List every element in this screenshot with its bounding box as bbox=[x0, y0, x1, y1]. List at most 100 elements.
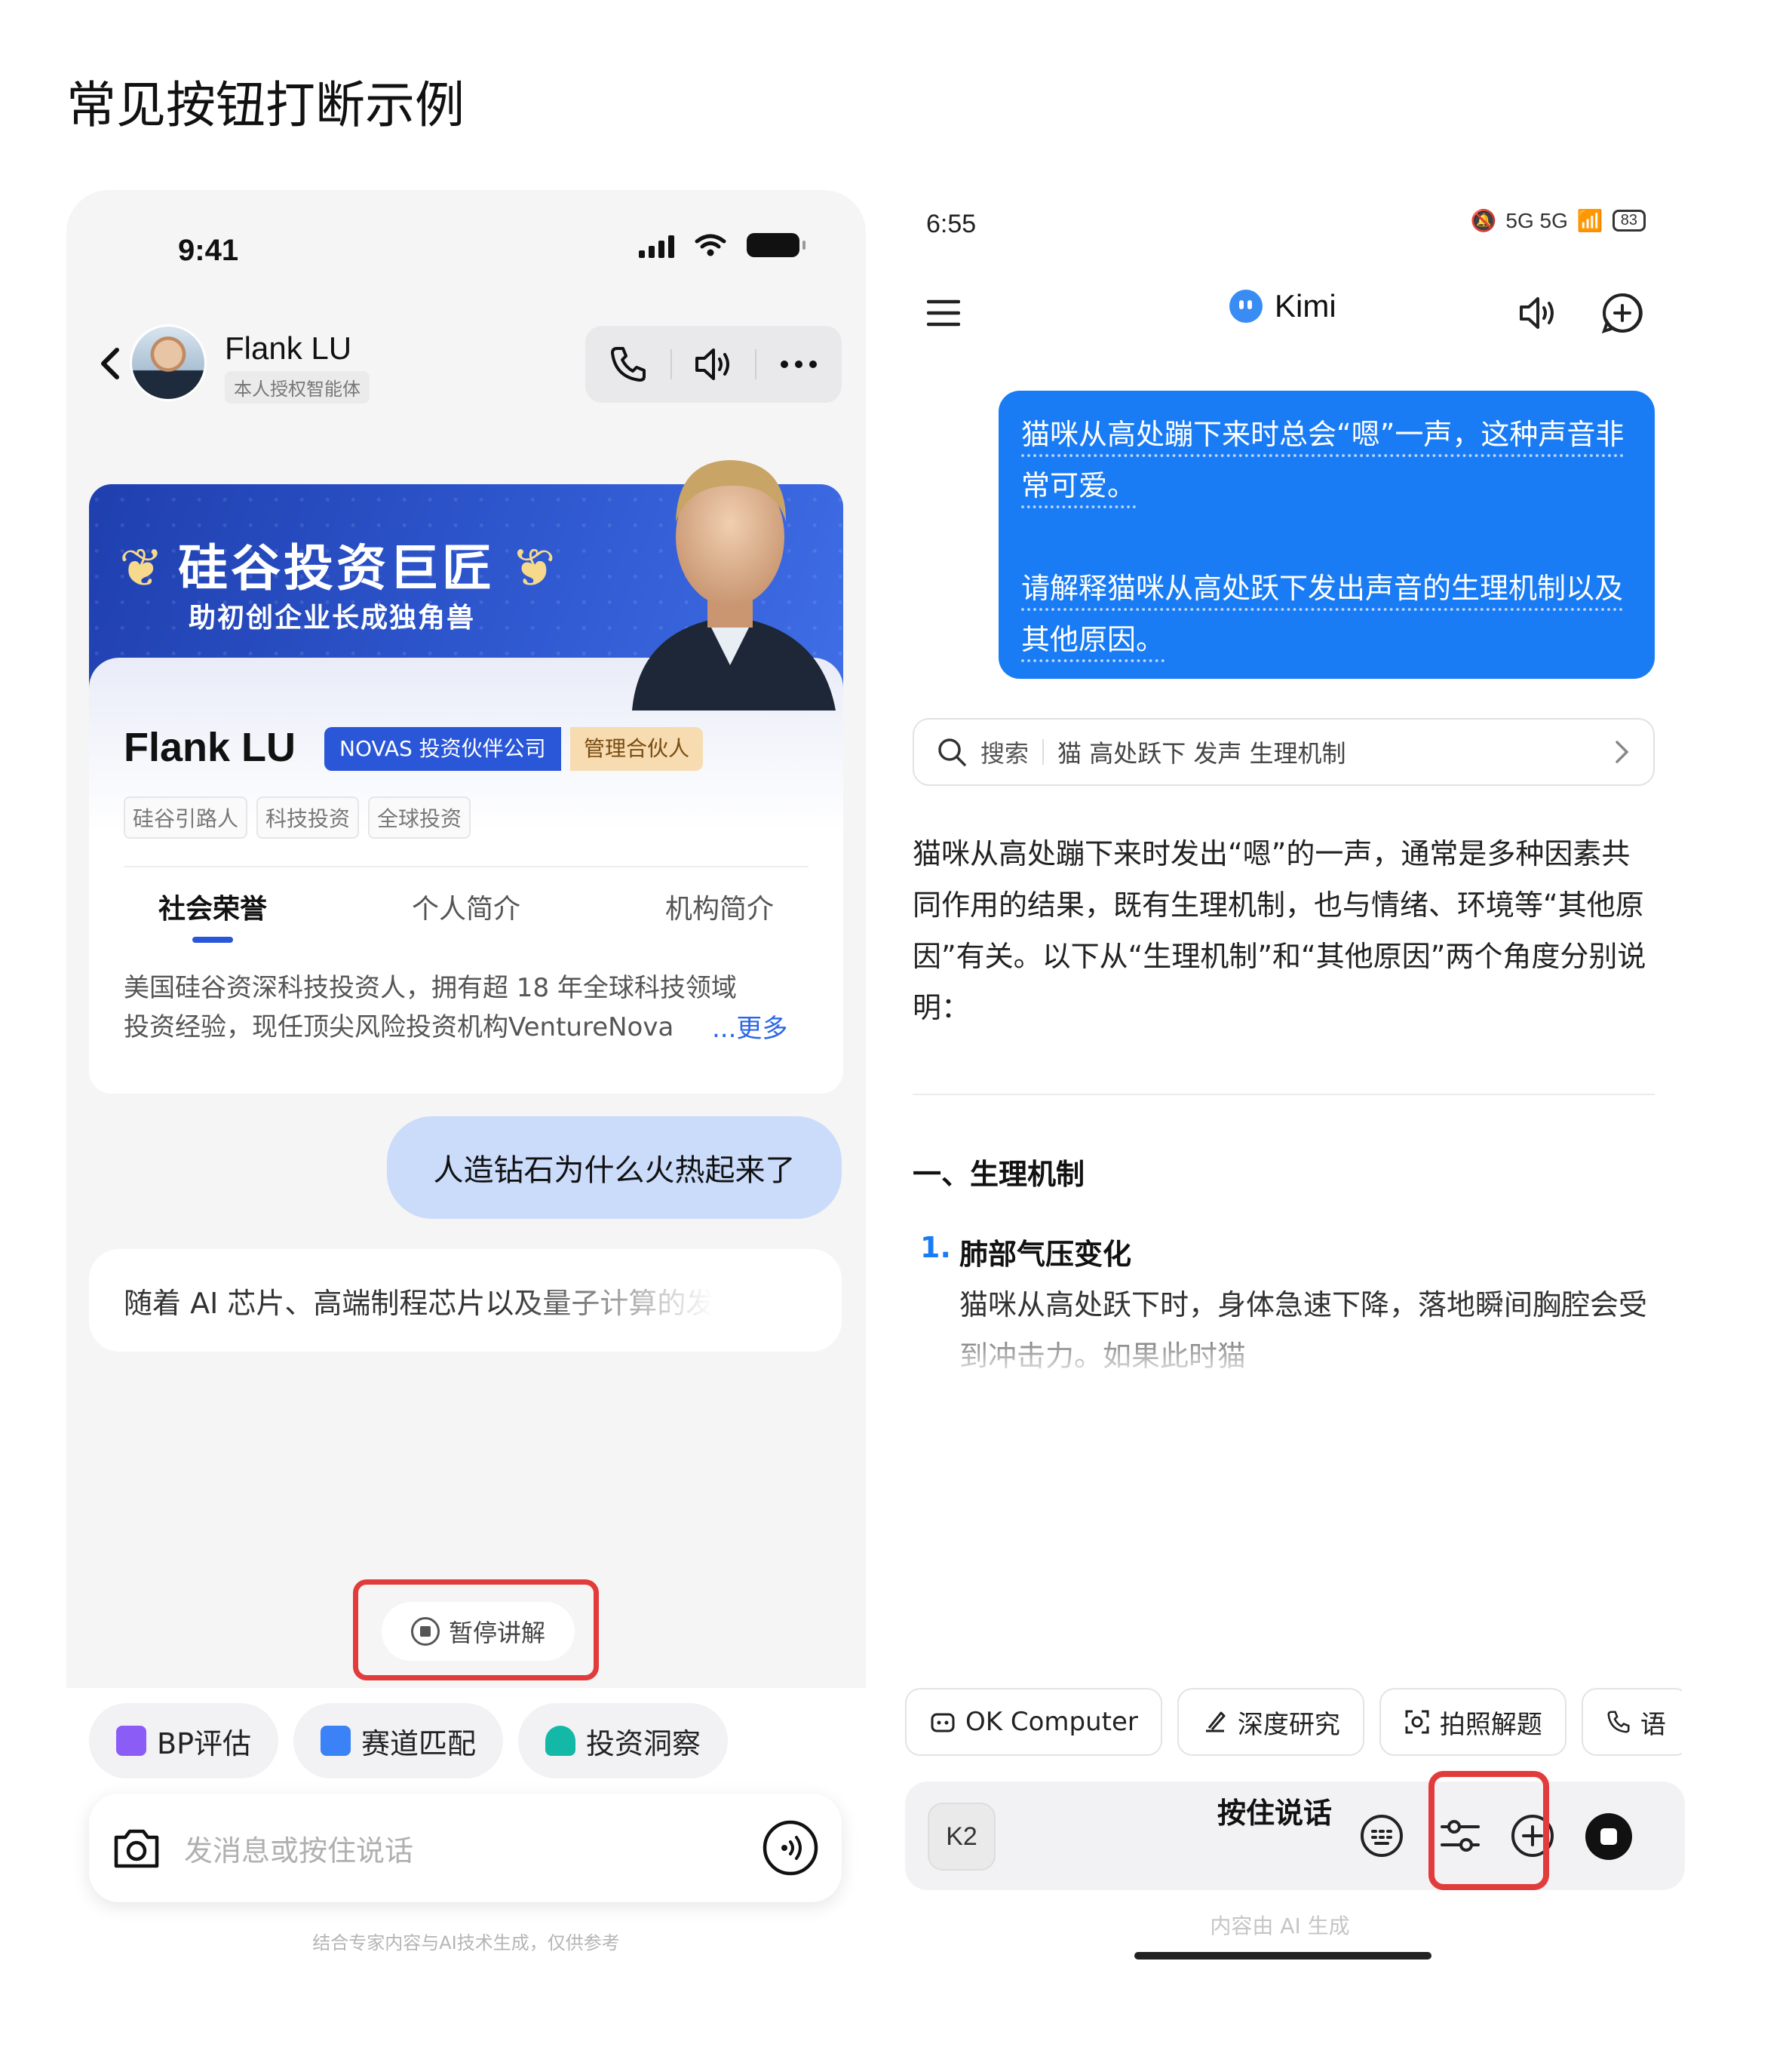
disclaimer: 结合专家内容与AI技术生成，仅供参考 bbox=[312, 1932, 620, 1953]
avatar[interactable] bbox=[130, 324, 207, 401]
hamburger-icon bbox=[927, 299, 960, 327]
profile-chips: 硅谷引路人 科技投资 全球投资 bbox=[124, 796, 471, 839]
user-message-line: 猫咪从高处蹦下来时总会“嗯”一声，这种声音非常可爱。 bbox=[1021, 418, 1625, 502]
laurel-right-icon: ❦ bbox=[511, 537, 556, 599]
profile-chip: 硅谷引路人 bbox=[124, 796, 248, 839]
divider bbox=[670, 349, 672, 379]
robot-icon bbox=[931, 1713, 955, 1732]
quick-action-track[interactable]: 赛道匹配 bbox=[293, 1703, 504, 1778]
keyboard-button[interactable] bbox=[1358, 1812, 1406, 1860]
ai-message-bubble: 随着 AI 芯片、高端制程芯片以及量子计算的发 bbox=[89, 1249, 842, 1352]
wifi-icon bbox=[695, 234, 726, 256]
list-item-title: 肺部气压变化 bbox=[959, 1238, 1132, 1271]
menu-button[interactable] bbox=[917, 287, 970, 339]
home-indicator bbox=[1134, 1952, 1431, 1960]
chip-label: 深度研究 bbox=[1237, 1709, 1340, 1740]
voice-playback-button[interactable] bbox=[1511, 287, 1564, 339]
left-phone-screen: 9:41 Flank LU 本人授权智能体 ❦ ❦ 硅谷投资巨匠 助初创企业长成… bbox=[66, 190, 866, 1978]
banner-subtitle: 助初创企业长成独角兽 bbox=[189, 603, 476, 634]
more-link[interactable]: ...更多 bbox=[712, 1008, 787, 1045]
app-brand: Kimi bbox=[1229, 288, 1336, 324]
chip-ok-computer[interactable]: OK Computer bbox=[905, 1688, 1162, 1756]
network-indicator: 5G 5G bbox=[1505, 208, 1568, 232]
profile-name: Flank LU bbox=[124, 725, 296, 770]
section-heading: 一、生理机制 bbox=[913, 1158, 1085, 1191]
model-selector[interactable]: K2 bbox=[928, 1803, 996, 1871]
banner-title: 硅谷投资巨匠 bbox=[178, 539, 495, 597]
chip-label: OK Computer bbox=[965, 1707, 1138, 1737]
chip-call[interactable]: 语 bbox=[1581, 1688, 1682, 1756]
scan-icon bbox=[1405, 1710, 1429, 1734]
chip-label: 拍照解题 bbox=[1439, 1709, 1542, 1740]
quick-actions: BP评估 赛道匹配 投资洞察 bbox=[89, 1703, 729, 1778]
quick-action-label: BP评估 bbox=[157, 1726, 251, 1760]
phone-icon bbox=[1607, 1711, 1630, 1733]
push-to-talk-button[interactable]: 按住说话 bbox=[1214, 1792, 1335, 1834]
quick-action-label: 投资洞察 bbox=[586, 1726, 701, 1760]
profile-description: 美国硅谷资深科技投资人，拥有超 18 年全球科技领域 投资经验，现任顶尖风险投资… bbox=[124, 968, 810, 1047]
brand-name: Kimi bbox=[1275, 288, 1336, 324]
agent-name: Flank LU bbox=[225, 330, 352, 366]
chip-deep-research[interactable]: 深度研究 bbox=[1177, 1688, 1364, 1756]
description-line: 美国硅谷资深科技投资人，拥有超 18 年全球科技领域 bbox=[124, 973, 737, 1003]
answer-intro: 猫咪从高处蹦下来时发出“嗯”的一声，通常是多种因素共同作用的结果，既有生理机制，… bbox=[913, 837, 1646, 1024]
pause-explanation-button[interactable]: 暂停讲解 bbox=[382, 1602, 575, 1661]
stop-icon bbox=[1585, 1813, 1632, 1860]
sound-button[interactable] bbox=[687, 338, 740, 391]
user-message-bubble: 人造钻石为什么火热起来了 bbox=[387, 1116, 842, 1219]
profile-chip: 科技投资 bbox=[256, 796, 360, 839]
feature-chips: OK Computer 深度研究 拍照解题 语 bbox=[905, 1688, 1682, 1756]
tab-honors[interactable]: 社会荣誉 bbox=[158, 887, 267, 943]
ai-message-text: 随着 AI 芯片、高端制程芯片以及量子计算的发 bbox=[124, 1286, 715, 1320]
company-tag: NOVAS 投资伙伴公司 bbox=[324, 727, 561, 771]
page-title: 常见按钮打断示例 bbox=[66, 76, 465, 134]
stop-generation-button[interactable] bbox=[1575, 1803, 1643, 1871]
divider bbox=[124, 866, 809, 867]
quick-action-insight[interactable]: 投资洞察 bbox=[518, 1703, 729, 1778]
speaker-icon bbox=[1520, 297, 1554, 329]
search-chip[interactable]: 搜索 猫 高处跃下 发声 生理机制 bbox=[913, 718, 1655, 786]
tab-bio[interactable]: 个人简介 bbox=[412, 887, 520, 943]
divider bbox=[755, 349, 757, 379]
document-icon bbox=[116, 1726, 146, 1756]
divider bbox=[1042, 739, 1045, 765]
laurel-left-icon: ❦ bbox=[119, 537, 164, 599]
more-icon bbox=[780, 361, 817, 368]
highlight-frame bbox=[1428, 1771, 1549, 1890]
more-button[interactable] bbox=[772, 338, 825, 391]
chevron-left-icon bbox=[101, 348, 119, 379]
back-button[interactable] bbox=[87, 341, 133, 386]
chip-label: 语 bbox=[1640, 1709, 1666, 1740]
new-chat-button[interactable] bbox=[1596, 287, 1649, 339]
profile-chip: 全球投资 bbox=[368, 796, 471, 839]
status-time: 9:41 bbox=[178, 234, 239, 267]
search-label: 搜索 bbox=[980, 739, 1029, 768]
agent-badge: 本人授权智能体 bbox=[225, 371, 370, 404]
mute-icon: 🔕 bbox=[1470, 209, 1497, 232]
battery-icon: 83 bbox=[1612, 210, 1646, 232]
chip-photo-solve[interactable]: 拍照解题 bbox=[1379, 1688, 1566, 1756]
new-chat-icon bbox=[1601, 293, 1643, 334]
cellular-signal-icon bbox=[639, 232, 674, 258]
pause-label: 暂停讲解 bbox=[448, 1619, 545, 1647]
call-button[interactable] bbox=[602, 338, 655, 391]
message-input[interactable]: 发消息或按住说话 bbox=[184, 1828, 762, 1869]
tab-org[interactable]: 机构简介 bbox=[665, 887, 774, 943]
wifi-icon: 📶 bbox=[1576, 209, 1603, 232]
user-message-bubble: 猫咪从高处蹦下来时总会“嗯”一声，这种声音非常可爱。 请解释猫咪从高处跃下发出声… bbox=[999, 391, 1655, 679]
camera-icon[interactable] bbox=[112, 1825, 161, 1871]
composer-area: BP评估 赛道匹配 投资洞察 发消息或按住说话 结合专家内容与AI技术生成，仅供… bbox=[66, 1688, 866, 1978]
battery-icon bbox=[747, 233, 805, 257]
user-message-line: 请解释猫咪从高处跃下发出声音的生理机制以及其他原因。 bbox=[1021, 572, 1624, 656]
voice-icon[interactable] bbox=[762, 1819, 819, 1877]
role-tag: 管理合伙人 bbox=[570, 727, 704, 771]
message-input-bar[interactable]: 发消息或按住说话 bbox=[89, 1794, 842, 1902]
search-query: 猫 高处跃下 发声 生理机制 bbox=[1057, 739, 1346, 768]
search-icon bbox=[938, 738, 966, 766]
speaker-icon bbox=[695, 348, 729, 380]
quick-action-bp[interactable]: BP评估 bbox=[89, 1703, 278, 1778]
right-phone-screen: 6:55 🔕 5G 5G 📶 83 Kimi 猫咪从高处蹦下来时总会“嗯”一声，… bbox=[890, 167, 1698, 1978]
portrait-image bbox=[632, 460, 836, 710]
description-line: 投资经验，现任顶尖风险投资机构VentureNova bbox=[124, 1012, 674, 1042]
profile-tabs: 社会荣誉 个人简介 机构简介 bbox=[124, 887, 809, 943]
